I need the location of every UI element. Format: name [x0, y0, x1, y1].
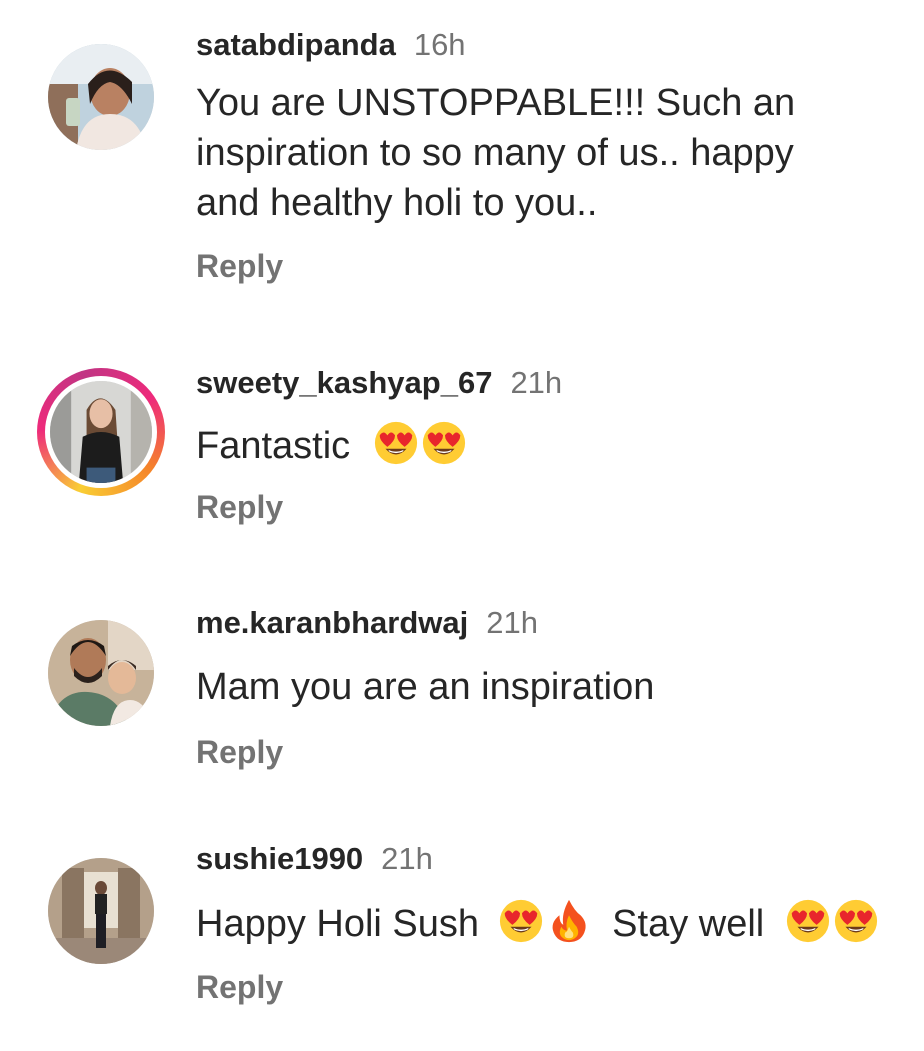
avatar-image [48, 44, 154, 150]
comment-text: You are UNSTOPPABLE!!! Such an inspirati… [196, 78, 916, 228]
timestamp: 21h [381, 841, 433, 876]
timestamp: 21h [486, 605, 538, 640]
avatar[interactable] [48, 44, 154, 150]
comment-text-line: You are UNSTOPPABLE!!! Such an [196, 82, 796, 124]
comment-text-line: and healthy holi to you.. [196, 182, 598, 224]
comment-text: Happy Holi Sush Stay well [196, 898, 916, 949]
comment-text-line: inspiration to so many of us.. happy [196, 132, 794, 174]
heart-eyes-emoji [373, 420, 419, 466]
avatar-image [48, 858, 154, 964]
username[interactable]: sweety_kashyap_67 [196, 365, 492, 400]
avatar [45, 376, 157, 488]
heart-eyes-emoji [421, 420, 467, 466]
avatar-image [48, 620, 154, 726]
fire-emoji [546, 898, 592, 944]
avatar-image [50, 381, 152, 483]
comment-text: Mam you are an inspiration [196, 666, 655, 708]
comment-item: satabdipanda 16h You are UNSTOPPABLE!!! S… [0, 0, 924, 320]
comment-text: Fantastic [196, 420, 916, 471]
heart-eyes-emoji [498, 898, 544, 944]
reply-button[interactable]: Reply [196, 246, 916, 286]
username[interactable]: me.karanbhardwaj [196, 605, 468, 640]
timestamp: 21h [510, 365, 563, 400]
comment-text-body: Stay well [612, 903, 765, 945]
avatar[interactable] [48, 858, 154, 964]
avatar-story-ring[interactable] [37, 368, 165, 496]
heart-eyes-emoji [833, 898, 879, 944]
comment-item: sweety_kashyap_67 21h Fantastic Reply [0, 340, 924, 570]
comment-text-body: Happy Holi Sush [196, 903, 480, 945]
timestamp: 16h [413, 27, 466, 62]
heart-eyes-emoji [785, 898, 831, 944]
reply-button[interactable]: Reply [196, 967, 916, 1007]
avatar[interactable] [48, 620, 154, 726]
reply-button[interactable]: Reply [196, 487, 916, 527]
username[interactable]: sushie1990 [196, 841, 363, 876]
comment-text-body: Fantastic [196, 425, 351, 467]
username[interactable]: satabdipanda [196, 27, 396, 62]
comment-item: me.karanbhardwaj 21h Mam you are an inspi… [0, 580, 924, 810]
comment-item: sushie1990 21h Happy Holi Sush Stay well … [0, 820, 924, 1051]
reply-button[interactable]: Reply [196, 732, 916, 772]
